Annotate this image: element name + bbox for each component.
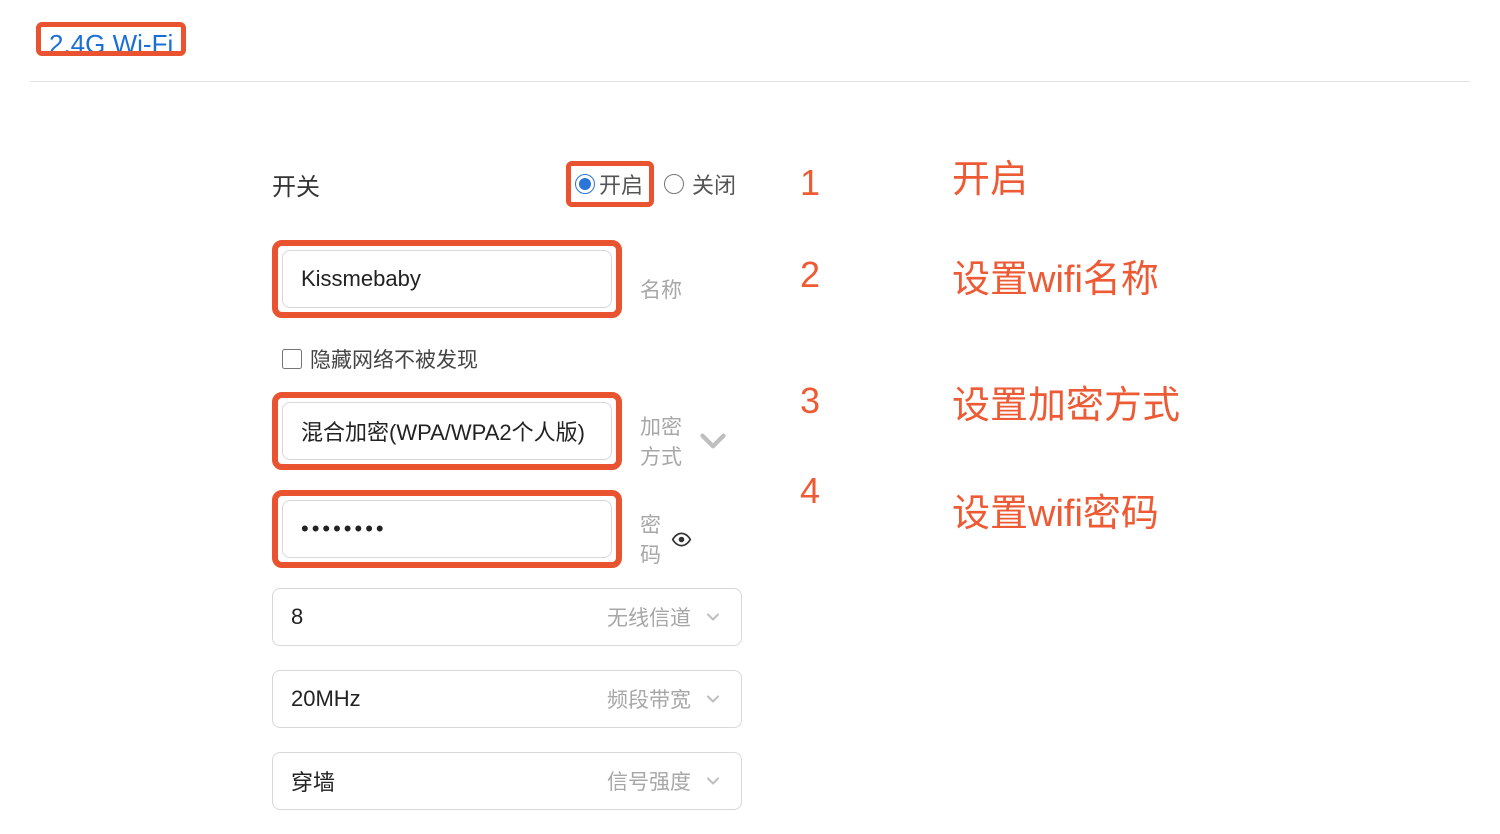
password-value: •••••••• <box>301 516 593 542</box>
hide-network-label: 隐藏网络不被发现 <box>310 344 478 374</box>
channel-select[interactable]: 8 无线信道 <box>272 588 742 646</box>
signal-select[interactable]: 穿墙 信号强度 <box>272 752 742 810</box>
signal-suffix-label: 信号强度 <box>607 766 691 796</box>
channel-suffix-label: 无线信道 <box>607 602 691 632</box>
eye-icon[interactable] <box>671 529 692 550</box>
hide-network-checkbox-input[interactable] <box>282 349 302 369</box>
chevron-down-icon <box>703 689 723 709</box>
wifi-settings-form: 开关 开启 关闭 Kissmebaby 名称 隐藏网络不被发现 <box>272 162 742 834</box>
bandwidth-suffix-label: 频段带宽 <box>607 684 691 714</box>
switch-on-text: 开启 <box>599 168 643 200</box>
annotation-text-2: 设置wifi名称 <box>952 248 1159 303</box>
annotation-number-2: 2 <box>800 254 820 296</box>
chevron-down-icon <box>692 420 734 462</box>
channel-value: 8 <box>291 604 597 630</box>
switch-on-radio[interactable] <box>575 174 595 194</box>
switch-label: 开关 <box>272 167 320 202</box>
annotation-box-title: 2.4G Wi-Fi <box>36 22 186 56</box>
annotation-box-encryption: 混合加密(WPA/WPA2个人版) <box>272 392 622 470</box>
annotation-text-1: 开启 <box>952 148 1028 203</box>
annotation-box-ssid: Kissmebaby <box>272 240 622 318</box>
tab-2-4g-wifi[interactable]: 2.4G Wi-Fi <box>49 31 173 56</box>
bandwidth-value: 20MHz <box>291 686 597 712</box>
encryption-select[interactable]: 混合加密(WPA/WPA2个人版) <box>282 402 612 460</box>
chevron-down-icon <box>703 771 723 791</box>
bandwidth-select[interactable]: 20MHz 频段带宽 <box>272 670 742 728</box>
encryption-suffix-label: 加密方式 <box>640 411 682 471</box>
tab-bar: 2.4G Wi-Fi <box>0 0 1500 63</box>
signal-value: 穿墙 <box>291 765 597 797</box>
annotation-text-3: 设置加密方式 <box>952 374 1180 429</box>
chevron-down-icon <box>703 607 723 627</box>
encryption-value: 混合加密(WPA/WPA2个人版) <box>301 415 593 447</box>
password-input[interactable]: •••••••• <box>282 500 612 558</box>
annotation-number-4: 4 <box>800 470 820 512</box>
switch-off-text: 关闭 <box>692 168 736 200</box>
switch-row: 开关 开启 关闭 <box>272 162 742 206</box>
annotation-box-password: •••••••• <box>272 490 622 568</box>
annotation-number-3: 3 <box>800 380 820 422</box>
annotation-box-switch-on: 开启 <box>566 161 654 207</box>
hide-network-checkbox[interactable]: 隐藏网络不被发现 <box>278 344 742 374</box>
ssid-suffix-label: 名称 <box>640 274 682 304</box>
annotation-text-4: 设置wifi密码 <box>952 482 1159 537</box>
ssid-input[interactable]: Kissmebaby <box>282 250 612 308</box>
ssid-value: Kissmebaby <box>301 266 593 292</box>
password-suffix-label: 密码 <box>640 509 661 569</box>
switch-off-radio[interactable] <box>664 174 684 194</box>
divider <box>30 81 1470 82</box>
annotation-number-1: 1 <box>800 162 820 204</box>
